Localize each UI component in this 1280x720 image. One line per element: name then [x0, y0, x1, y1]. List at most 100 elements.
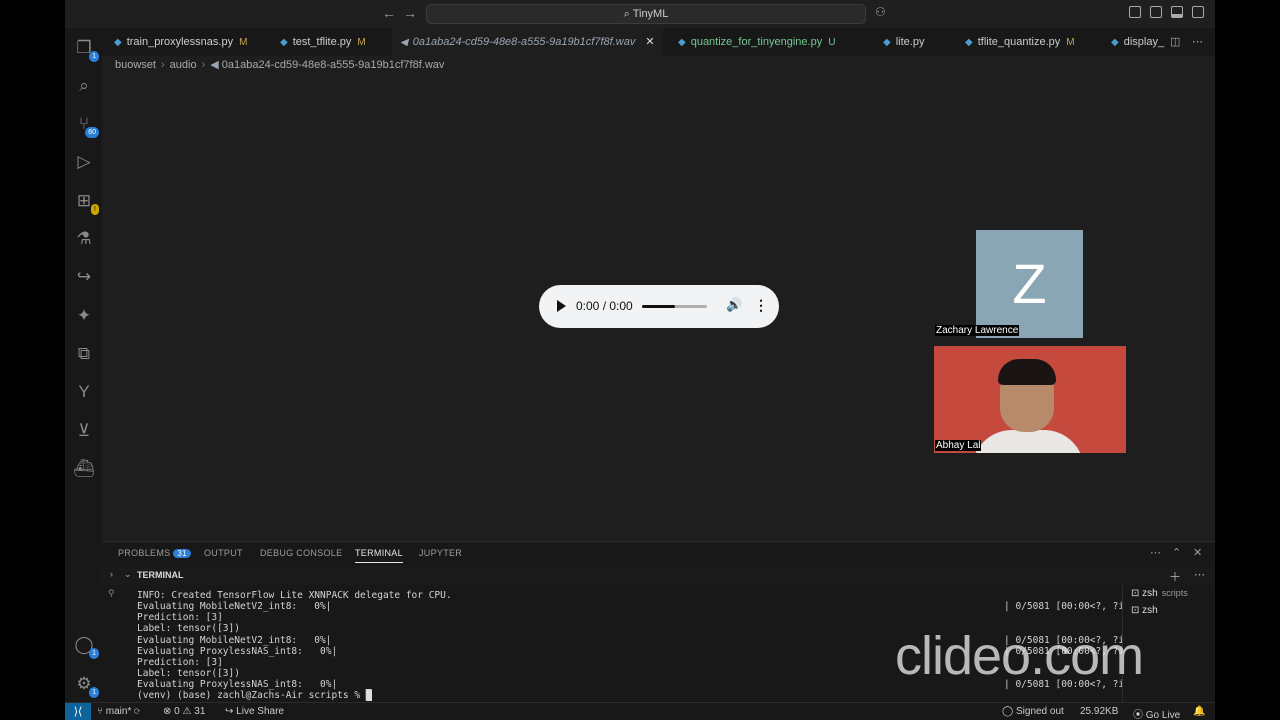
- yaml-icon[interactable]: Y: [73, 381, 95, 403]
- tab-terminal[interactable]: TERMINAL: [355, 548, 403, 563]
- participant-name: Zachary Lawrence: [935, 325, 1020, 336]
- participant-name: Abhay Lal: [935, 440, 982, 451]
- python-file-icon: ◆: [883, 37, 891, 48]
- close-panel-icon[interactable]: ✕: [1193, 546, 1203, 559]
- warning-icon: ⚠: [179, 706, 195, 717]
- gear-icon[interactable]: ⚙ 1: [73, 673, 99, 698]
- source-control-icon[interactable]: ⑂ 60: [73, 113, 99, 138]
- sync-icon: ⟳: [131, 706, 141, 717]
- tab-tflite-quantize[interactable]: ◆ tflite_quantize.py M: [965, 28, 1075, 56]
- arrow-right-icon[interactable]: →: [403, 5, 417, 21]
- toggle-panel-icon[interactable]: [1171, 6, 1183, 18]
- go-live-status[interactable]: ⦿ Go Live: [1133, 706, 1180, 720]
- participant-avatar: Z: [976, 230, 1083, 338]
- docker-icon[interactable]: ⛴: [73, 458, 95, 480]
- audio-player: 0:00 / 0:00 🔊 ⋮: [539, 285, 779, 328]
- explorer-icon[interactable]: ❐ 1: [73, 37, 99, 62]
- toggle-secondary-sidebar-icon[interactable]: [1192, 6, 1204, 18]
- audio-volume-fill: [642, 305, 675, 308]
- breadcrumb-file[interactable]: 0a1aba24-cd59-48e8-a555-9a19b1cf7f8f.wav: [222, 59, 445, 71]
- close-icon[interactable]: ✕: [645, 36, 654, 48]
- audio-progress-track[interactable]: [642, 305, 707, 308]
- file-size-status[interactable]: 25.92KB: [1080, 706, 1118, 717]
- tab-debug-console[interactable]: DEBUG CONSOLE: [260, 548, 342, 558]
- tab-train-proxylessnas[interactable]: ◆ train_proxylessnas.py M: [114, 28, 247, 56]
- terminal-line: Evaluating ProxylessNAS_int8: 0%|: [137, 646, 338, 657]
- problems-status[interactable]: ⊗ 0 ⚠ 31: [163, 706, 205, 717]
- terminal-prompt: (venv) (base) zachl@Zachs-Air scripts % …: [137, 690, 372, 701]
- tab-quantize-for-tinyengine[interactable]: ◆ quantize_for_tinyengine.py U: [678, 28, 835, 56]
- play-icon[interactable]: [557, 300, 566, 312]
- terminal-line: Prediction: [3]: [137, 612, 223, 623]
- participant-video: [934, 346, 1126, 453]
- live-share-icon: ↪: [225, 706, 237, 717]
- copilot-icon[interactable]: ⚇: [875, 5, 886, 19]
- layout-customize-icon[interactable]: [1129, 6, 1141, 18]
- terminal-line: Evaluating MobileNetV2_int8: 0%|: [137, 601, 332, 612]
- status-bar: ⟩⟨ ⑂ main* ⟳ ⊗ 0 ⚠ 31 ↪ Live Share ◯ Sig…: [65, 702, 1215, 720]
- notifications-icon[interactable]: 🔔: [1193, 706, 1205, 717]
- activity-bar: ❐ 1 ⌕ ⑂ 60 ▷ ⊞! ⚗ ↪ ✦ ⧉ Y ⊻ ⛴ ◯ 1 ⚙ 1: [65, 28, 102, 702]
- tab-jupyter[interactable]: JUPYTER: [419, 548, 462, 558]
- tab-display[interactable]: ◆ display_: [1111, 28, 1164, 56]
- more-actions-icon[interactable]: ⋯: [1150, 546, 1161, 559]
- terminal-line: Label: tensor([3]): [137, 668, 240, 679]
- command-center-search[interactable]: ⌕ TinyML: [426, 4, 866, 24]
- testing-icon[interactable]: ⚗: [73, 228, 95, 250]
- audio-time: 0:00 / 0:00: [576, 299, 633, 313]
- watermark: clideo.com: [895, 626, 1144, 686]
- editor-tabs: ◆ train_proxylessnas.py M ◆ test_tflite.py M…: [102, 28, 1215, 56]
- chevron-right-icon[interactable]: ›: [110, 569, 113, 579]
- toggle-sidebar-icon[interactable]: [1150, 6, 1162, 18]
- terminal-icon: ⊡: [1131, 588, 1143, 599]
- volume-icon[interactable]: 🔊: [726, 297, 742, 313]
- terminal-session[interactable]: ⊡ zsh scripts: [1131, 588, 1188, 599]
- branch-status[interactable]: ⑂ main* ⟳: [97, 706, 140, 717]
- search-icon[interactable]: ⌕: [73, 75, 95, 97]
- terminal-line: Evaluating ProxylessNAS_int8: 0%|: [137, 679, 338, 690]
- more-actions-icon[interactable]: ⋯: [1194, 568, 1205, 581]
- tab-test-tflite[interactable]: ◆ test_tflite.py M: [280, 28, 366, 56]
- tab-wav-file[interactable]: ◀ 0a1aba24-cd59-48e8-a555-9a19b1cf7f8f.wa…: [392, 28, 663, 56]
- run-debug-icon[interactable]: ▷: [73, 151, 95, 173]
- python-file-icon: ◆: [114, 37, 122, 48]
- live-share-icon[interactable]: ↪: [73, 266, 95, 288]
- new-terminal-icon[interactable]: ＋: [1169, 568, 1181, 585]
- terminal-session[interactable]: ⊡ zsh: [1131, 605, 1158, 616]
- tab-problems[interactable]: PROBLEMS 31: [118, 548, 191, 558]
- live-share-status[interactable]: ↪ Live Share: [225, 706, 284, 717]
- maximize-panel-icon[interactable]: ⌃: [1172, 546, 1182, 559]
- extensions-icon[interactable]: ⊞!: [73, 190, 99, 215]
- python-file-icon: ◆: [678, 37, 686, 48]
- terminal-icon[interactable]: ⊻: [73, 420, 95, 442]
- chevron-down-icon[interactable]: ⌄: [124, 569, 132, 580]
- account-icon[interactable]: ◯ 1: [73, 634, 99, 659]
- remote-explorer-icon[interactable]: ⧉: [73, 343, 95, 365]
- terminal-line: Label: tensor([3]): [137, 623, 240, 634]
- terminal-icon: ⊡: [1131, 605, 1143, 616]
- file-icon: ◆: [1111, 37, 1119, 48]
- tab-output[interactable]: OUTPUT: [204, 548, 243, 558]
- audio-file-icon: ◀: [210, 59, 222, 71]
- more-options-icon[interactable]: ⋮: [754, 297, 768, 314]
- split-editor-icon[interactable]: ◫: [1170, 28, 1180, 56]
- more-actions-icon[interactable]: ⋯: [1192, 28, 1203, 56]
- circle-icon: ⚲: [108, 588, 115, 598]
- terminal-title: TERMINAL: [137, 570, 184, 580]
- search-icon: ⌕: [623, 8, 633, 20]
- breadcrumb-folder[interactable]: audio: [170, 59, 197, 71]
- terminal-line: Evaluating MobileNetV2_int8: 0%|: [137, 635, 332, 646]
- panel-tab-bar: PROBLEMS 31 OUTPUT DEBUG CONSOLE TERMINAL…: [102, 541, 1215, 566]
- title-bar: ← → ⌕ TinyML ⚇: [65, 0, 1215, 28]
- copilot-icon[interactable]: ✦: [73, 305, 95, 327]
- account-icon: ◯: [1002, 706, 1016, 717]
- signed-out-status[interactable]: ◯ Signed out: [1002, 706, 1064, 717]
- error-icon: ⊗: [163, 706, 175, 717]
- arrow-left-icon[interactable]: ←: [382, 5, 396, 21]
- broadcast-icon: ⦿: [1133, 710, 1146, 720]
- tab-lite[interactable]: ◆ lite.py: [883, 28, 924, 56]
- python-file-icon: ◆: [965, 37, 973, 48]
- remote-icon[interactable]: ⟩⟨: [65, 703, 91, 720]
- breadcrumb: buowset › audio › ◀ 0a1aba24-cd59-48e8-a555-…: [115, 59, 445, 71]
- breadcrumb-folder[interactable]: buowset: [115, 59, 156, 71]
